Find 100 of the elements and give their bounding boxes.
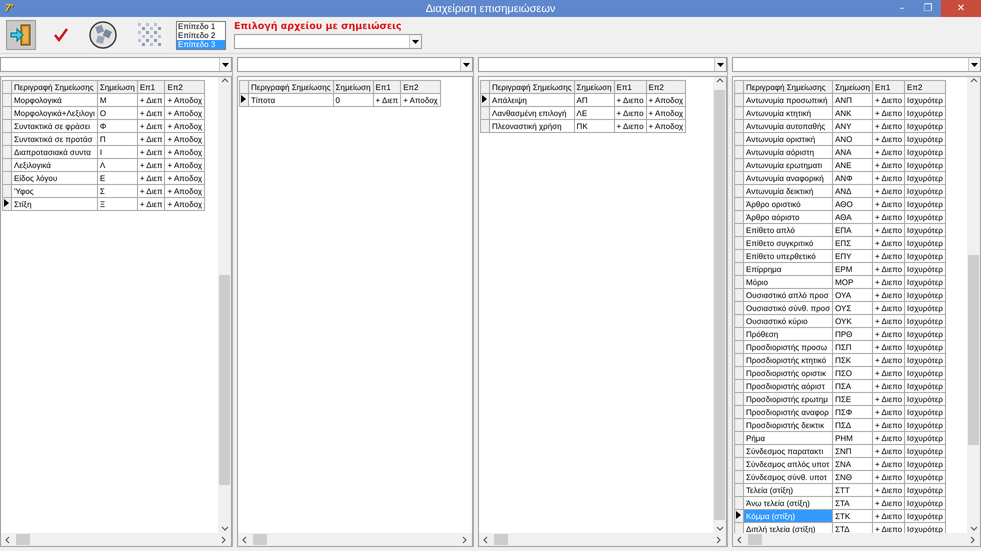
table-cell: Προσδιοριστής αόριστ [744,380,833,392]
column-header[interactable]: Περιγραφή Σημείωσης [744,80,833,94]
column-header[interactable]: Περιγραφή Σημείωσης [248,80,334,94]
minimize-button[interactable]: – [889,0,915,17]
table-cell: ΣΤΚ [832,510,873,522]
scroll-thumb[interactable] [253,534,267,545]
table-cell: Σύνδεσμος απλός υποτ [744,458,833,470]
table-cell: Ο [97,106,138,120]
scroll-left-icon[interactable] [736,536,744,544]
table-cell: Κόμμα (στίξη) [744,510,833,522]
dropdown-arrow-icon[interactable] [717,62,724,66]
table-cell: Συντακτικά σε προτάσ [12,132,98,146]
row-indicator[interactable] [2,198,12,210]
horizontal-scrollbar[interactable] [238,533,472,546]
table-cell: + Διεπο [872,354,905,366]
column-header[interactable]: Σημείωση [832,80,873,94]
scroll-thumb[interactable] [219,275,230,485]
table-cell: Λεξιλογικά [12,158,98,172]
column-header[interactable]: Περιγραφή Σημείωσης [490,80,574,94]
scroll-right-icon[interactable] [220,536,228,544]
table-cell: Στίξη [12,198,98,210]
vertical-scrollbar[interactable] [218,77,231,533]
row-indicator[interactable] [734,510,744,522]
horizontal-scrollbar[interactable] [733,533,980,546]
dropdown-arrow-icon[interactable] [412,40,419,44]
table-cell: + Αποδοχ [164,120,205,132]
column-header[interactable]: Επ1 [373,80,401,94]
column-header[interactable]: Επ2 [904,80,946,94]
row-indicator[interactable] [240,94,248,106]
row-header-corner [240,80,248,94]
table-cell: Σύνδεσμος σύνθ. υποτ [744,470,833,484]
file-label: Επιλογή αρχείου με σημειώσεις [234,21,402,32]
table-cell: Φ [97,120,138,132]
scroll-down-icon[interactable] [716,525,724,533]
table-cell: + Διεπο [872,120,905,132]
column-header[interactable]: Επ2 [646,80,686,94]
check-icon[interactable] [54,28,68,42]
level-item[interactable]: Επίπεδο 1 [177,22,225,30]
column-header[interactable]: Επ2 [164,80,205,94]
scroll-right-icon[interactable] [715,536,723,544]
table-cell: + Διεπο [614,120,646,132]
scroll-up-icon[interactable] [716,77,724,85]
vertical-scrollbar[interactable] [713,77,726,533]
dropdown-arrow-icon[interactable] [971,62,978,66]
table-cell: + Διεπο [872,262,905,276]
scroll-thumb[interactable] [494,534,508,545]
column-header[interactable]: Επ1 [872,80,905,94]
row-indicator[interactable] [480,94,490,106]
table-cell: Λανθασμένη επιλογή [490,106,574,120]
scroll-left-icon[interactable] [4,536,12,544]
table-cell: Επίθετο συγκριτικό [744,236,833,250]
table-cell: Ισχυρότερ [904,314,946,328]
dropdown-arrow-icon[interactable] [463,62,470,66]
table-cell: + Διεπο [872,484,905,496]
current-row-icon [241,94,246,102]
dropdown-arrow-icon[interactable] [222,62,229,66]
globe-icon[interactable] [88,20,118,50]
pattern-grid-icon[interactable] [136,21,164,49]
close-button[interactable]: ✕ [941,0,981,17]
horizontal-scrollbar[interactable] [479,533,726,546]
table-cell: ΠΣΚ [832,354,873,366]
table-cell: + Διεπο [872,184,905,198]
table-cell: + Αποδοχ [164,146,205,158]
level-item[interactable]: Επίπεδο 2 [177,30,225,40]
horizontal-scrollbar[interactable] [1,533,231,546]
column-header[interactable]: Σημείωση [333,80,374,94]
column-header[interactable]: Επ2 [400,80,440,94]
scroll-thumb[interactable] [748,534,762,545]
column-header[interactable]: Επ1 [614,80,646,94]
table-cell: + Διεπο [872,418,905,432]
scroll-down-icon[interactable] [220,525,228,533]
scroll-up-icon[interactable] [970,77,978,85]
table-cell: Άρθρο οριστικό [744,198,833,210]
column-header[interactable]: Επ1 [137,80,165,94]
scroll-left-icon[interactable] [482,536,490,544]
column-header[interactable]: Σημείωση [97,80,138,94]
scroll-down-icon[interactable] [970,525,978,533]
table-cell: Αντωνυμία οριστική [744,132,833,146]
table-cell: + Αποδοχ [164,198,205,210]
table-cell: ΑΘΑ [832,210,873,224]
vertical-scrollbar[interactable] [967,77,980,533]
scroll-thumb[interactable] [714,90,725,520]
scroll-thumb[interactable] [16,534,30,545]
table-cell: ΠΡΘ [832,328,873,340]
exit-button[interactable] [6,20,36,50]
scroll-right-icon[interactable] [461,536,469,544]
table-cell: Ουσιαστικό κύριο [744,314,833,328]
column-header[interactable]: Σημείωση [574,80,614,94]
level-list[interactable]: Επίπεδο 1 Επίπεδο 2 Επίπεδο 3 [176,20,226,50]
restore-button[interactable]: ❐ [915,0,941,17]
scroll-up-icon[interactable] [220,77,228,85]
scroll-thumb[interactable] [968,255,979,445]
table-cell: Ισχυρότερ [904,444,946,458]
table-cell: Απάλειψη [490,94,574,106]
scroll-left-icon[interactable] [241,536,249,544]
scroll-right-icon[interactable] [969,536,977,544]
column-header[interactable]: Περιγραφή Σημείωσης [12,80,98,94]
table-cell: ΠΣΔ [832,418,873,432]
table-cell: Ισχυρότερ [904,184,946,198]
table-cell: Ι [97,146,138,158]
